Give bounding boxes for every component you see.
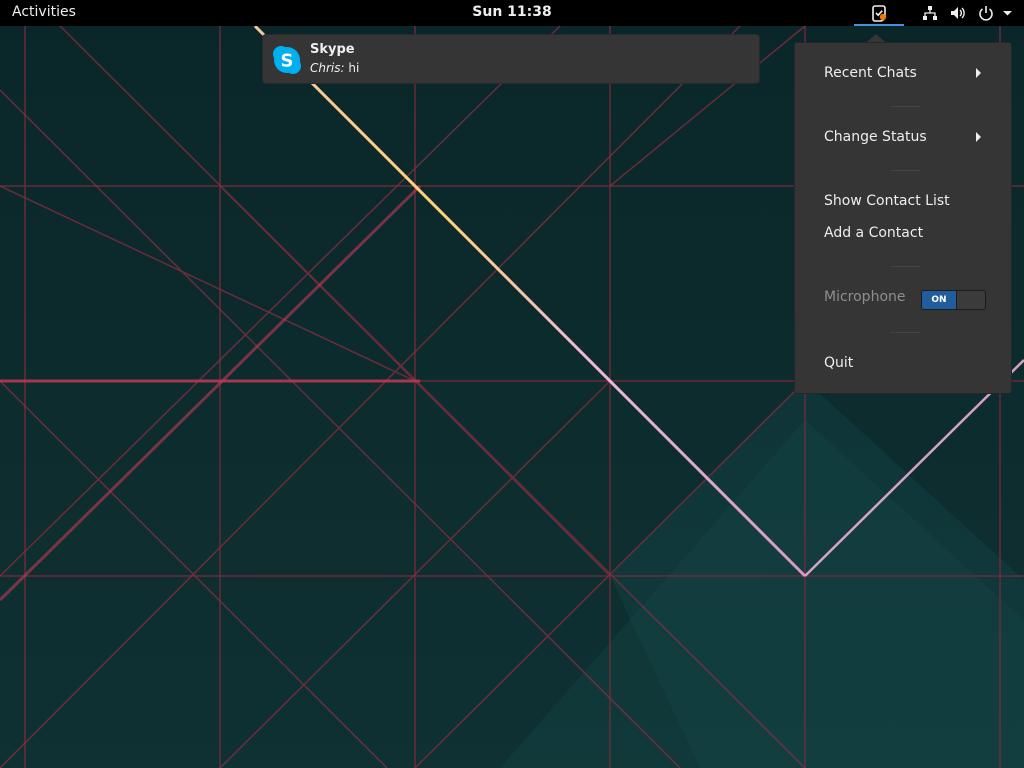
notification-banner[interactable]: S Skype Chris: hi bbox=[262, 34, 760, 84]
menu-separator bbox=[890, 170, 920, 171]
toggle-knob bbox=[956, 291, 985, 309]
microphone-toggle[interactable]: ON bbox=[921, 290, 986, 310]
skype-icon: S bbox=[273, 46, 301, 74]
notification-sender: Chris: bbox=[310, 61, 345, 75]
svg-text:S: S bbox=[281, 51, 294, 72]
power-icon bbox=[979, 6, 993, 21]
skype-tray-menu: Recent Chats Change Status Show Contact … bbox=[794, 42, 1012, 394]
toggle-state-label: ON bbox=[922, 291, 956, 309]
activities-button[interactable]: Activities bbox=[12, 4, 76, 20]
system-menu-arrow-icon bbox=[1003, 11, 1012, 16]
menu-item-label: Quit bbox=[824, 355, 854, 371]
menu-item-label: Change Status bbox=[824, 129, 927, 145]
menu-item-add-contact[interactable]: Add a Contact bbox=[795, 219, 1011, 247]
menu-separator bbox=[890, 332, 920, 333]
menu-item-recent-chats[interactable]: Recent Chats bbox=[795, 59, 1011, 87]
system-tray bbox=[854, 0, 1016, 26]
notification-body: Chris: hi bbox=[310, 61, 359, 75]
network-icon[interactable] bbox=[916, 0, 944, 26]
submenu-arrow-icon bbox=[976, 132, 981, 142]
power-menu-button[interactable] bbox=[976, 0, 1016, 26]
menu-item-label: Add a Contact bbox=[824, 225, 924, 241]
notification-message: hi bbox=[344, 61, 360, 75]
menu-item-label: Show Contact List bbox=[824, 193, 950, 209]
skype-status-icon bbox=[872, 5, 887, 22]
volume-icon[interactable] bbox=[946, 0, 970, 26]
menu-item-label: Recent Chats bbox=[824, 65, 917, 81]
menu-separator bbox=[890, 266, 920, 267]
clock-button[interactable]: Sun 11:38 bbox=[472, 4, 551, 20]
submenu-arrow-icon bbox=[976, 68, 981, 78]
menu-item-microphone: Microphone ON bbox=[795, 283, 1011, 311]
top-bar: Activities Sun 11:38 bbox=[0, 0, 1024, 26]
menu-item-change-status[interactable]: Change Status bbox=[795, 123, 1011, 151]
skype-tray-icon[interactable] bbox=[854, 0, 904, 26]
menu-item-label: Microphone bbox=[824, 289, 906, 305]
menu-separator bbox=[890, 106, 920, 107]
menu-item-quit[interactable]: Quit bbox=[795, 349, 1011, 377]
notification-title: Skype bbox=[310, 42, 355, 57]
menu-item-show-contact-list[interactable]: Show Contact List bbox=[795, 187, 1011, 215]
